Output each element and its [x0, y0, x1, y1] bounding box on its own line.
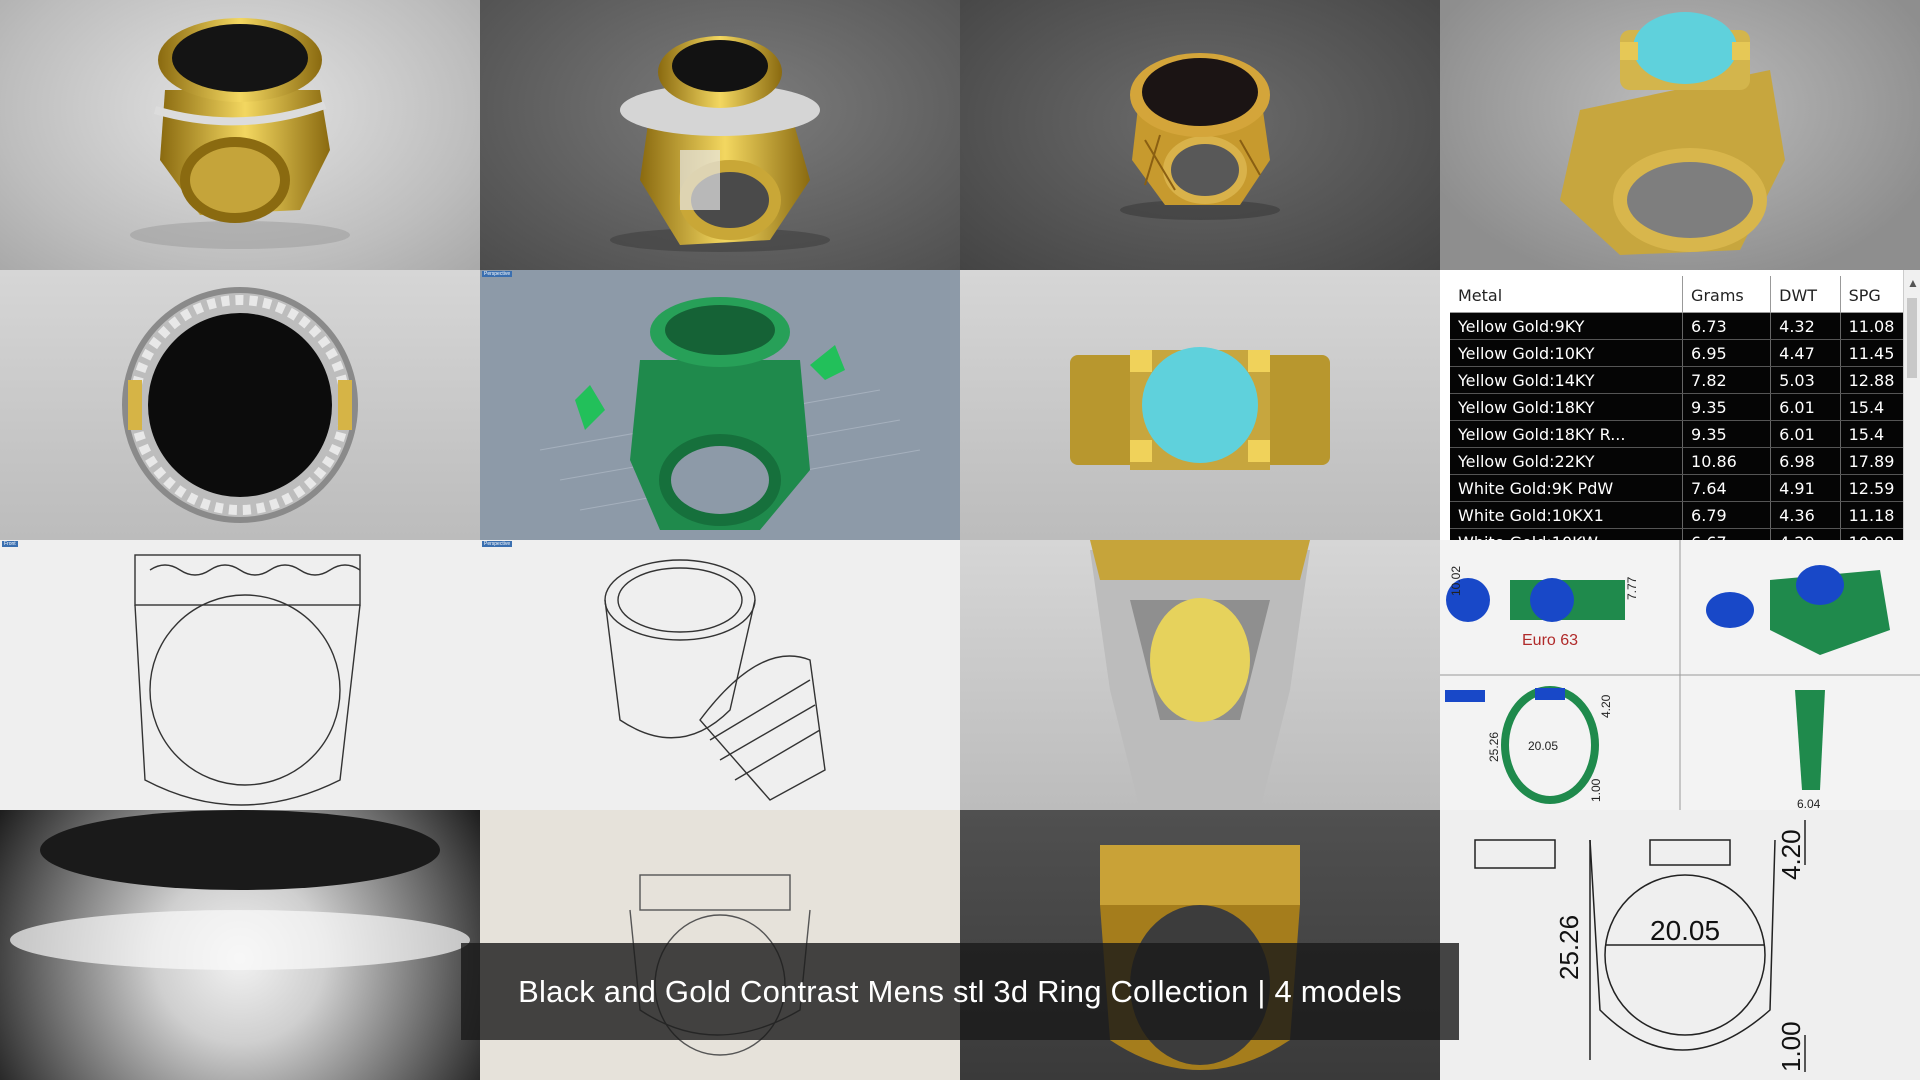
cell-dwt: 5.03 — [1770, 366, 1841, 394]
ring-dimension-drawing: 20.05 25.26 4.20 1.00 — [1474, 820, 1806, 1072]
ring-render-tile — [1440, 0, 1920, 270]
cell-dwt: 4.29 — [1770, 528, 1841, 540]
cell-dwt: 4.91 — [1770, 474, 1841, 502]
ring-render-tile — [0, 0, 480, 270]
line-drawing-tile: Front — [0, 540, 480, 810]
turquoise-ring-front-view — [1070, 347, 1330, 470]
table-row[interactable]: Yellow Gold:10KY 6.95 4.47 11.45 — [1450, 339, 1920, 367]
gold-onyx-ring-render — [130, 18, 350, 249]
filigree-gold-ring-render — [1120, 53, 1280, 220]
silver-gold-ring-side-render — [1090, 540, 1310, 810]
cell-grams: 6.79 — [1682, 501, 1772, 529]
ring-render-tile — [960, 270, 1440, 540]
table-scrollbar[interactable]: ▲ — [1903, 270, 1920, 540]
table-row[interactable]: Yellow Gold:9KY 6.73 4.32 11.08 — [1450, 312, 1920, 340]
cad-four-view-dimensions: Euro 63 10.02 7.77 20.05 25.26 4.20 1.00… — [1440, 540, 1920, 810]
column-header-dwt[interactable]: DWT — [1770, 276, 1841, 313]
metal-weight-table-panel: Metal Grams DWT SPG Yellow Gold:9KY 6.73 4… — [1440, 270, 1920, 540]
cell-dwt: 4.32 — [1770, 312, 1841, 340]
cell-dwt: 6.01 — [1770, 393, 1841, 421]
table-row[interactable]: Yellow Gold:22KY 10.86 6.98 17.89 — [1450, 447, 1920, 475]
cad-dimension-grid-tile: Euro 63 10.02 7.77 20.05 25.26 4.20 1.00… — [1440, 540, 1920, 810]
cell-grams: 10.86 — [1682, 447, 1772, 475]
table-row[interactable]: Yellow Gold:14KY 7.82 5.03 12.88 — [1450, 366, 1920, 394]
cell-grams: 7.82 — [1682, 366, 1772, 394]
ring-render-tile — [960, 0, 1440, 270]
dim-inner-diameter: 20.05 — [1528, 739, 1558, 753]
cell-grams: 6.95 — [1682, 339, 1772, 367]
dim-total-height-large: 25.26 — [1554, 915, 1584, 980]
cell-grams: 6.73 — [1682, 312, 1772, 340]
dim-top-height-large: 4.20 — [1776, 829, 1806, 880]
cell-grams: 9.35 — [1682, 393, 1772, 421]
green-cad-ring-model — [539, 297, 921, 530]
column-header-metal[interactable]: Metal — [1450, 276, 1684, 313]
cad-dimension-closeup-tile: 20.05 25.26 4.20 1.00 — [1440, 810, 1920, 1080]
cell-metal: Yellow Gold:22KY — [1450, 447, 1684, 475]
cell-metal: Yellow Gold:10KY — [1450, 339, 1684, 367]
ring-render-tile — [480, 0, 960, 270]
dim-height-a: 10.02 — [1449, 566, 1463, 596]
dim-band-width: 6.04 — [1797, 797, 1821, 810]
table-row[interactable]: Yellow Gold:18KY R... 9.35 6.01 15.4 — [1450, 420, 1920, 448]
cell-metal: White Gold:10KW — [1450, 528, 1684, 540]
dim-band-bottom-large: 1.00 — [1776, 1021, 1806, 1072]
ring-top-view-tile — [0, 270, 480, 540]
cell-grams: 7.64 — [1682, 474, 1772, 502]
scroll-up-icon[interactable]: ▲ — [1907, 276, 1919, 290]
euro-size-label: Euro 63 — [1522, 632, 1578, 649]
turquoise-ring-render — [1560, 12, 1785, 255]
cell-metal: Yellow Gold:18KY — [1450, 393, 1684, 421]
cell-metal: Yellow Gold:9KY — [1450, 312, 1684, 340]
ring-render-tile — [960, 540, 1440, 810]
table-row[interactable]: White Gold:9K PdW 7.64 4.91 12.59 — [1450, 474, 1920, 502]
caption-bar: Black and Gold Contrast Mens stl 3d Ring… — [461, 943, 1459, 1040]
cell-metal: Yellow Gold:18KY R... — [1450, 420, 1684, 448]
dim-inner-diameter-large: 20.05 — [1650, 915, 1720, 946]
dim-height-b: 7.77 — [1625, 576, 1639, 600]
table-row[interactable]: White Gold:10KW6.674.2910.98 — [1450, 528, 1920, 540]
cell-metal: White Gold:10KX1 — [1450, 501, 1684, 529]
gold-silver-ring-render — [610, 36, 830, 252]
table-row[interactable]: Yellow Gold:18KY 9.35 6.01 15.4 — [1450, 393, 1920, 421]
cell-grams: 9.35 — [1682, 420, 1772, 448]
cell-metal: White Gold:9K PdW — [1450, 474, 1684, 502]
ring-perspective-line-drawing — [604, 559, 826, 801]
ring-closeup-tile — [0, 810, 480, 1080]
cell-metal: Yellow Gold:14KY — [1450, 366, 1684, 394]
polished-ring-closeup — [10, 810, 470, 970]
line-drawing-tile: Perspective — [480, 540, 960, 810]
table-row[interactable]: White Gold:10KX1 6.79 4.36 11.18 — [1450, 501, 1920, 529]
dim-top-height: 4.20 — [1599, 694, 1613, 718]
column-header-grams[interactable]: Grams — [1682, 276, 1772, 313]
onyx-ring-top-view — [122, 287, 358, 523]
dim-band-bottom: 1.00 — [1589, 778, 1603, 802]
collection-title: Black and Gold Contrast Mens stl 3d Ring… — [518, 973, 1402, 1009]
metal-weight-table: Metal Grams DWT SPG Yellow Gold:9KY 6.73 4… — [1450, 276, 1920, 540]
cell-grams: 6.67 — [1682, 528, 1772, 540]
cell-dwt: 4.47 — [1770, 339, 1841, 367]
cad-viewport-tile: Perspective — [480, 270, 960, 540]
cell-dwt: 6.01 — [1770, 420, 1841, 448]
scrollbar-thumb[interactable] — [1907, 298, 1917, 378]
dim-total-height: 25.26 — [1487, 732, 1501, 762]
cell-dwt: 6.98 — [1770, 447, 1841, 475]
ring-front-line-drawing — [134, 554, 361, 806]
cell-dwt: 4.36 — [1770, 501, 1841, 529]
